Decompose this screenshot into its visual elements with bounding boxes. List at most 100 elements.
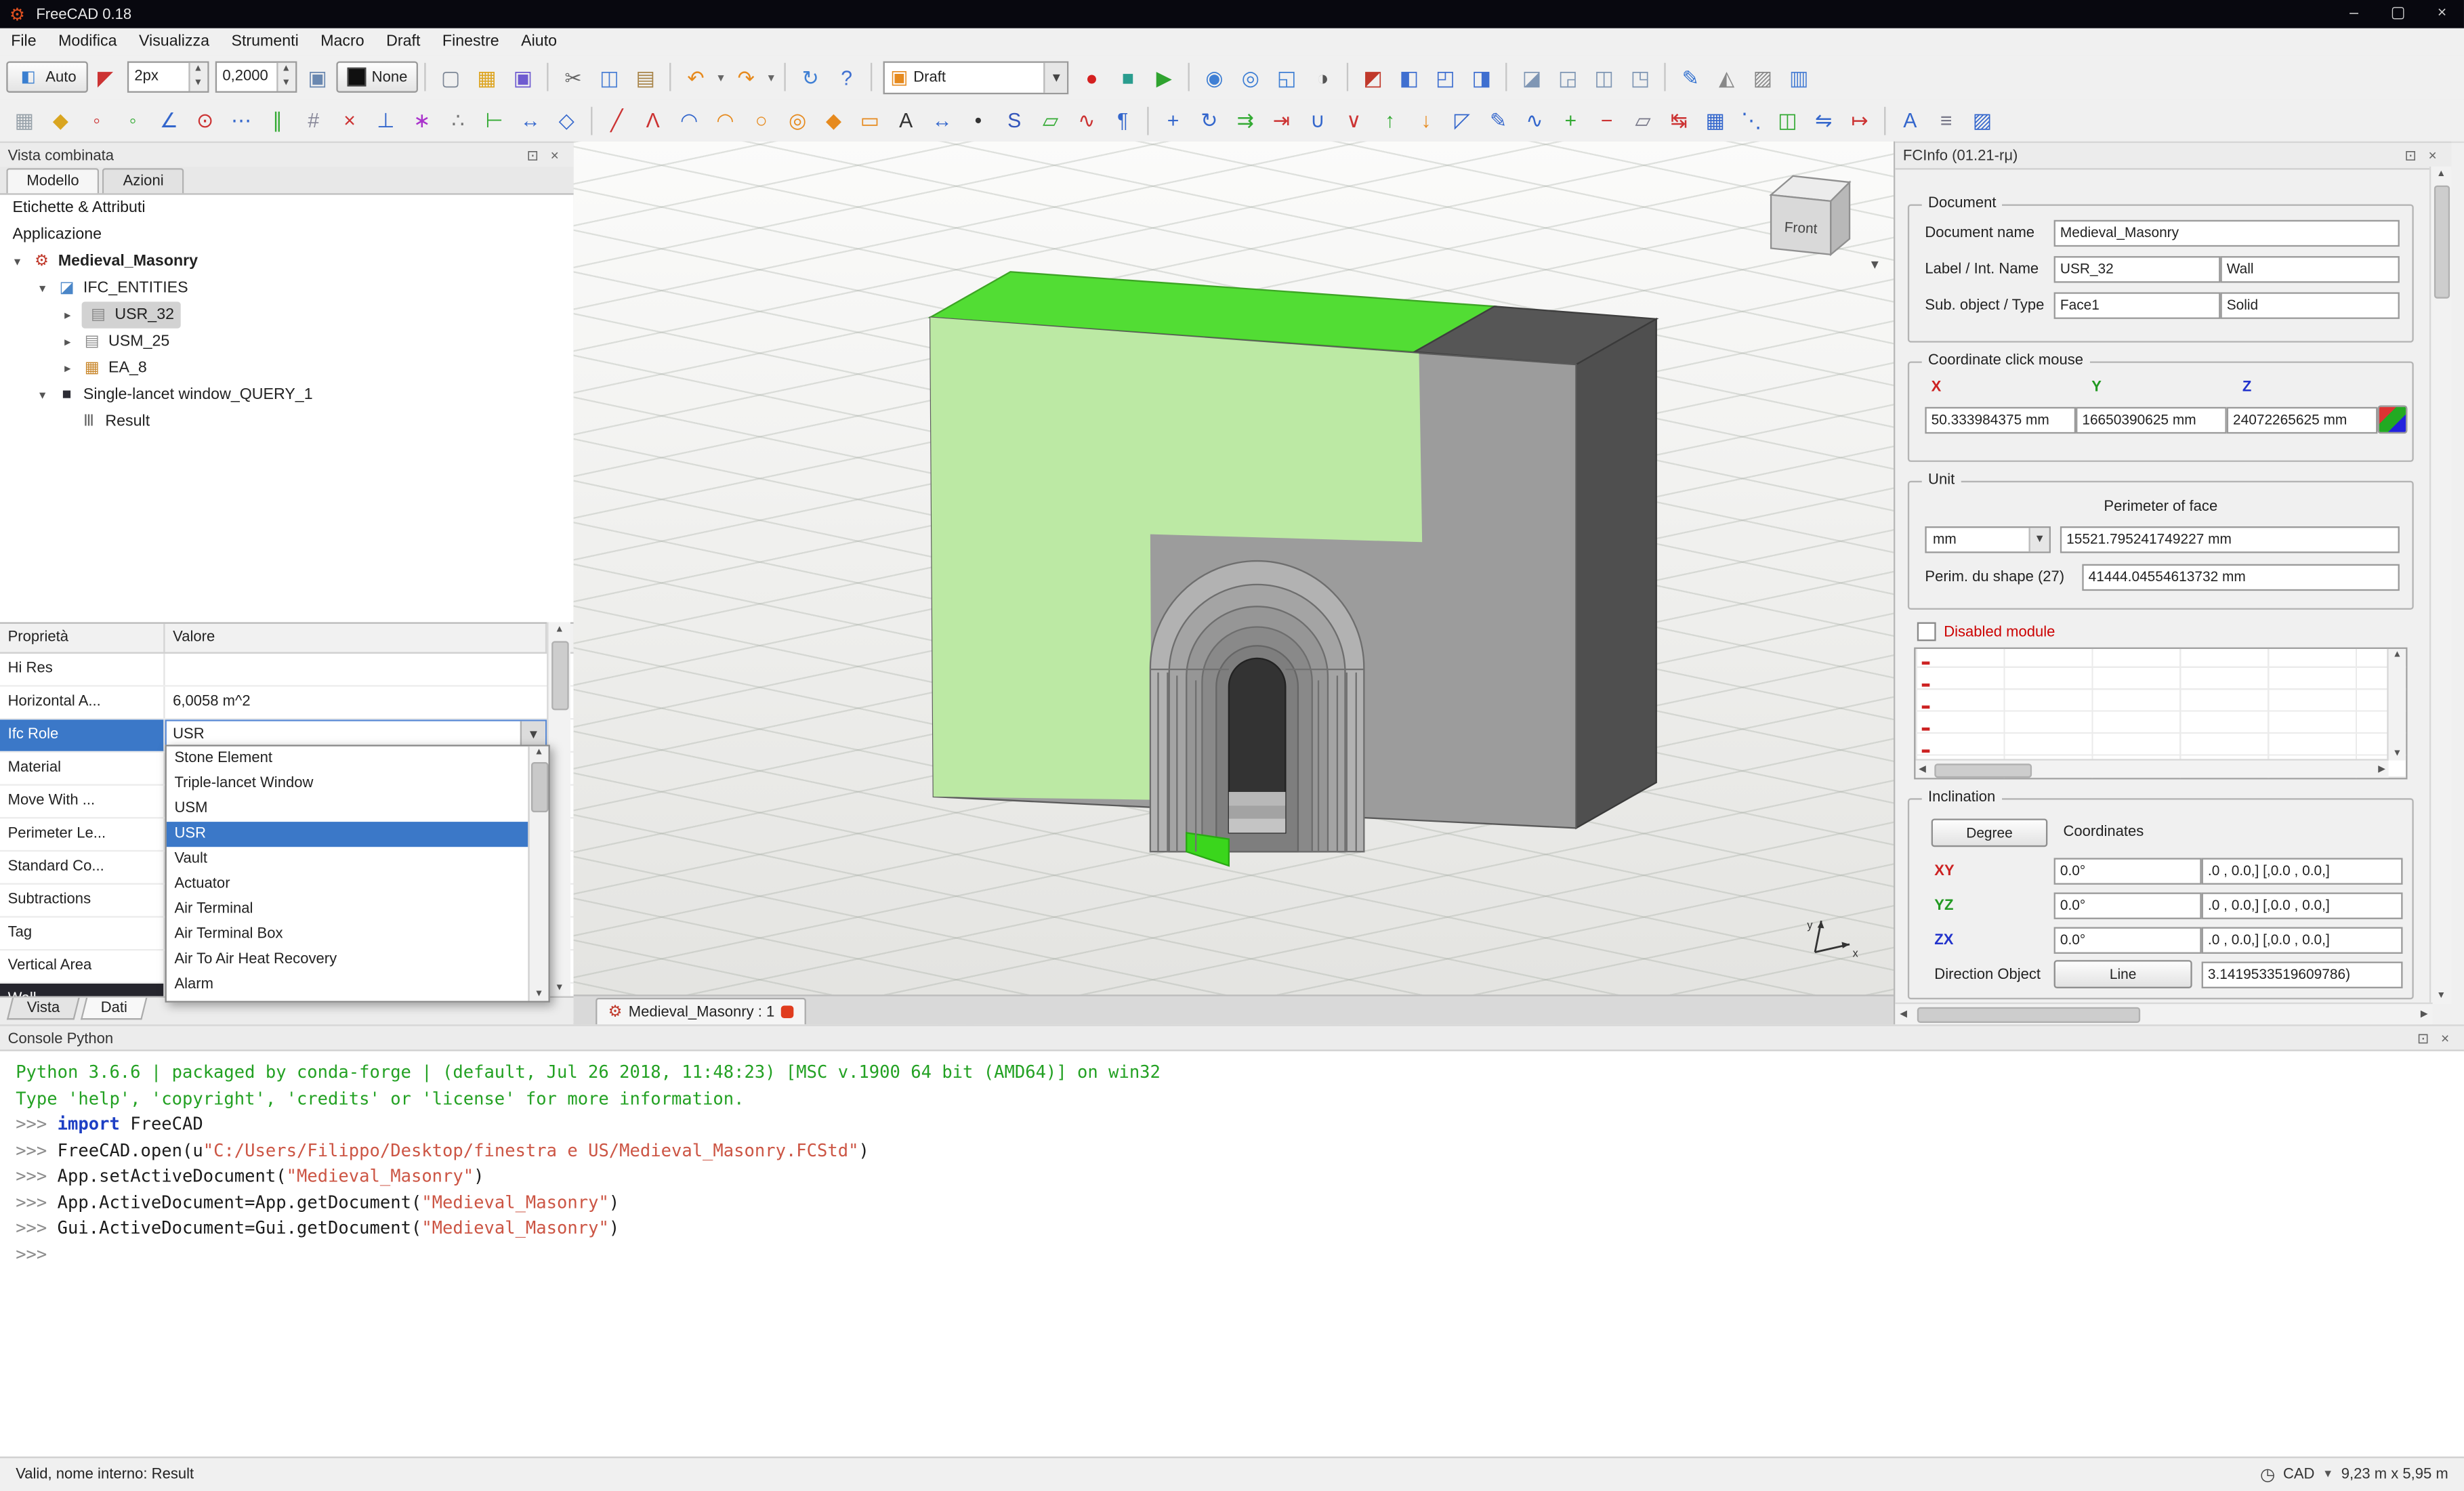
internal-name-field[interactable]: Wall xyxy=(2220,256,2399,282)
minimize-button[interactable]: – xyxy=(2332,0,2376,28)
draft-point-icon[interactable]: • xyxy=(962,104,995,137)
draft-bezier-icon[interactable]: ∿ xyxy=(1070,104,1104,137)
undo-dropdown-icon[interactable]: ▾ xyxy=(714,60,728,93)
dropdown-item[interactable]: Actuator xyxy=(167,872,528,897)
disabled-module-checkbox[interactable] xyxy=(1917,623,1936,642)
draft-shape2dview-icon[interactable]: ▱ xyxy=(1627,104,1660,137)
console-output[interactable]: Python 3.6.6 | packaged by conda-forge |… xyxy=(0,1049,2464,1456)
draw-style-icon[interactable]: ◑ xyxy=(1306,60,1339,93)
snap-grid-icon[interactable]: # xyxy=(297,104,330,137)
tree-item-usm-25[interactable]: ▸ ▤ USM_25 xyxy=(0,329,574,355)
macro-stop-icon[interactable]: ■ xyxy=(1112,60,1145,93)
view-top-icon[interactable]: ◰ xyxy=(1429,60,1462,93)
draft-shapestring-icon[interactable]: S xyxy=(998,104,1031,137)
properties-scrollbar[interactable]: ▲ ▼ xyxy=(547,623,570,996)
dropdown-item[interactable]: USR xyxy=(167,822,528,847)
save-icon[interactable]: ▣ xyxy=(506,60,539,93)
redo-dropdown-icon[interactable]: ▾ xyxy=(764,60,778,93)
draft-trimex-icon[interactable]: ⇥ xyxy=(1265,104,1298,137)
perimeter-value-field[interactable]: 15521.795241749227 mm xyxy=(2060,526,2400,553)
draft-delete-point-icon[interactable]: − xyxy=(1590,104,1623,137)
dropdown-item[interactable]: Air Terminal xyxy=(167,897,528,922)
wall-side-face[interactable] xyxy=(1576,319,1656,828)
line-width-spinbox[interactable]: 2px ▲▼ xyxy=(127,61,209,92)
unit-dropdown-icon[interactable]: ▼ xyxy=(2028,528,2049,551)
dropdown-item[interactable]: Vault xyxy=(167,847,528,872)
menu-finestre[interactable]: Finestre xyxy=(432,30,510,54)
tree-item-ifc-entities[interactable]: ▾ ◪ IFC_ENTITIES xyxy=(0,275,574,301)
maximize-button[interactable]: ▢ xyxy=(2376,0,2420,28)
clipping-plane-icon[interactable]: ◭ xyxy=(1710,60,1743,93)
workbench-selector[interactable]: ▣ Draft ▼ xyxy=(883,60,1069,93)
axes-icon[interactable] xyxy=(2377,405,2407,434)
menu-strumenti[interactable]: Strumenti xyxy=(220,30,310,54)
dropdown-item[interactable]: Stone Element xyxy=(167,747,528,772)
line-width-steppers[interactable]: ▲▼ xyxy=(188,63,207,91)
draft-facebinder-icon[interactable]: ▱ xyxy=(1034,104,1067,137)
property-row[interactable]: Hi Res xyxy=(0,654,574,687)
snap-dimensions-icon[interactable]: ↔ xyxy=(514,104,547,137)
refresh-icon[interactable]: ↻ xyxy=(794,60,827,93)
workbench-dropdown-icon[interactable]: ▼ xyxy=(1044,62,1068,92)
collapse-icon[interactable]: ▸ xyxy=(60,301,75,328)
cut-icon[interactable]: ✂ xyxy=(557,60,590,93)
degree-button[interactable]: Degree xyxy=(1931,818,2048,847)
snap-midpoint-icon[interactable]: ◦ xyxy=(117,104,150,137)
draft-split-icon[interactable]: ∨ xyxy=(1337,104,1371,137)
dock-float-button[interactable]: ⊡ xyxy=(522,147,543,165)
redo-icon[interactable]: ↷ xyxy=(730,60,763,93)
snap-perpendicular-icon[interactable]: ⊥ xyxy=(369,104,402,137)
zx-coords-field[interactable]: .0 , 0.0,] [,0.0 , 0.0,] xyxy=(2202,927,2403,954)
dock-close-button[interactable]: × xyxy=(2421,148,2443,163)
draft-scale-icon[interactable]: ◸ xyxy=(1446,104,1479,137)
menu-visualizza[interactable]: Visualizza xyxy=(128,30,220,54)
coordinates-label[interactable]: Coordinates xyxy=(2064,820,2144,844)
text-scale-steppers[interactable]: ▲▼ xyxy=(276,63,295,91)
nav-cube-menu-icon[interactable]: ▼ xyxy=(1868,257,1881,272)
draft-dimension-icon[interactable]: ↔ xyxy=(925,104,959,137)
expand-icon[interactable]: ▾ xyxy=(35,382,50,408)
close-button[interactable]: × xyxy=(2420,0,2464,28)
view-bottom-icon[interactable]: ◲ xyxy=(1551,60,1585,93)
expand-icon[interactable]: ▾ xyxy=(9,248,25,274)
tree-item-usr-32[interactable]: ▸ ▤ USR_32 xyxy=(0,301,574,328)
view-right-icon[interactable]: ◨ xyxy=(1465,60,1498,93)
style-settings-icon[interactable]: ▣ xyxy=(301,60,334,93)
window-sill-selected[interactable] xyxy=(1186,833,1229,866)
draft-polyline-icon[interactable]: Λ xyxy=(636,104,669,137)
tab-vista[interactable]: Vista xyxy=(7,998,80,1020)
xy-angle-field[interactable]: 0.0° xyxy=(2054,858,2202,884)
viewport-tab[interactable]: ⚙ Medieval_Masonry : 1 xyxy=(596,998,806,1024)
draft-rectangle-icon[interactable]: ▭ xyxy=(853,104,886,137)
dock-close-button[interactable]: × xyxy=(544,148,566,163)
draft-join-icon[interactable]: ∪ xyxy=(1301,104,1335,137)
yz-coords-field[interactable]: .0 , 0.0,] [,0.0 , 0.0,] xyxy=(2202,892,2403,919)
coord-y-field[interactable]: 16650390625 mm xyxy=(2076,407,2227,434)
dropdown-scrollbar[interactable]: ▲▼ xyxy=(528,747,548,1001)
snap-angle-icon[interactable]: ∠ xyxy=(152,104,186,137)
grid-toggle-icon[interactable]: ▦ xyxy=(8,104,41,137)
undo-icon[interactable]: ↶ xyxy=(680,60,713,93)
draft-upgrade-icon[interactable]: ↑ xyxy=(1373,104,1406,137)
draft-downgrade-icon[interactable]: ↓ xyxy=(1410,104,1443,137)
dock-close-button[interactable]: × xyxy=(2434,1031,2456,1047)
dropdown-item[interactable]: Air To Air Heat Recovery xyxy=(167,948,528,973)
draft-clone-icon[interactable]: ◫ xyxy=(1771,104,1804,137)
collapse-icon[interactable]: ▸ xyxy=(60,355,75,381)
wall-model[interactable] xyxy=(574,142,1894,996)
zx-angle-field[interactable]: 0.0° xyxy=(2054,927,2202,954)
fcinfo-table[interactable]: ▲▼ ◀ ▶ xyxy=(1914,648,2407,780)
draft-line-icon[interactable]: ╱ xyxy=(600,104,633,137)
new-document-icon[interactable]: ▢ xyxy=(434,60,467,93)
tree-item-result[interactable]: Ⅲ Result xyxy=(0,408,574,435)
snap-workingplane-icon[interactable]: ◇ xyxy=(550,104,583,137)
snap-ortho-icon[interactable]: ⊢ xyxy=(478,104,511,137)
dropdown-item[interactable]: Air Terminal Box xyxy=(167,923,528,948)
table-hscrollbar[interactable]: ◀ ▶ xyxy=(1915,759,2388,778)
snap-parallel-icon[interactable]: ∥ xyxy=(261,104,294,137)
std-views-folder-icon[interactable]: ▥ xyxy=(1782,60,1816,93)
draft-layer-icon[interactable]: ≡ xyxy=(1929,104,1963,137)
navigation-style-dropdown-icon[interactable]: ▼ xyxy=(2322,1469,2333,1480)
draft-wire-to-bspline-icon[interactable]: ∿ xyxy=(1518,104,1551,137)
draft-move-icon[interactable]: + xyxy=(1156,104,1190,137)
